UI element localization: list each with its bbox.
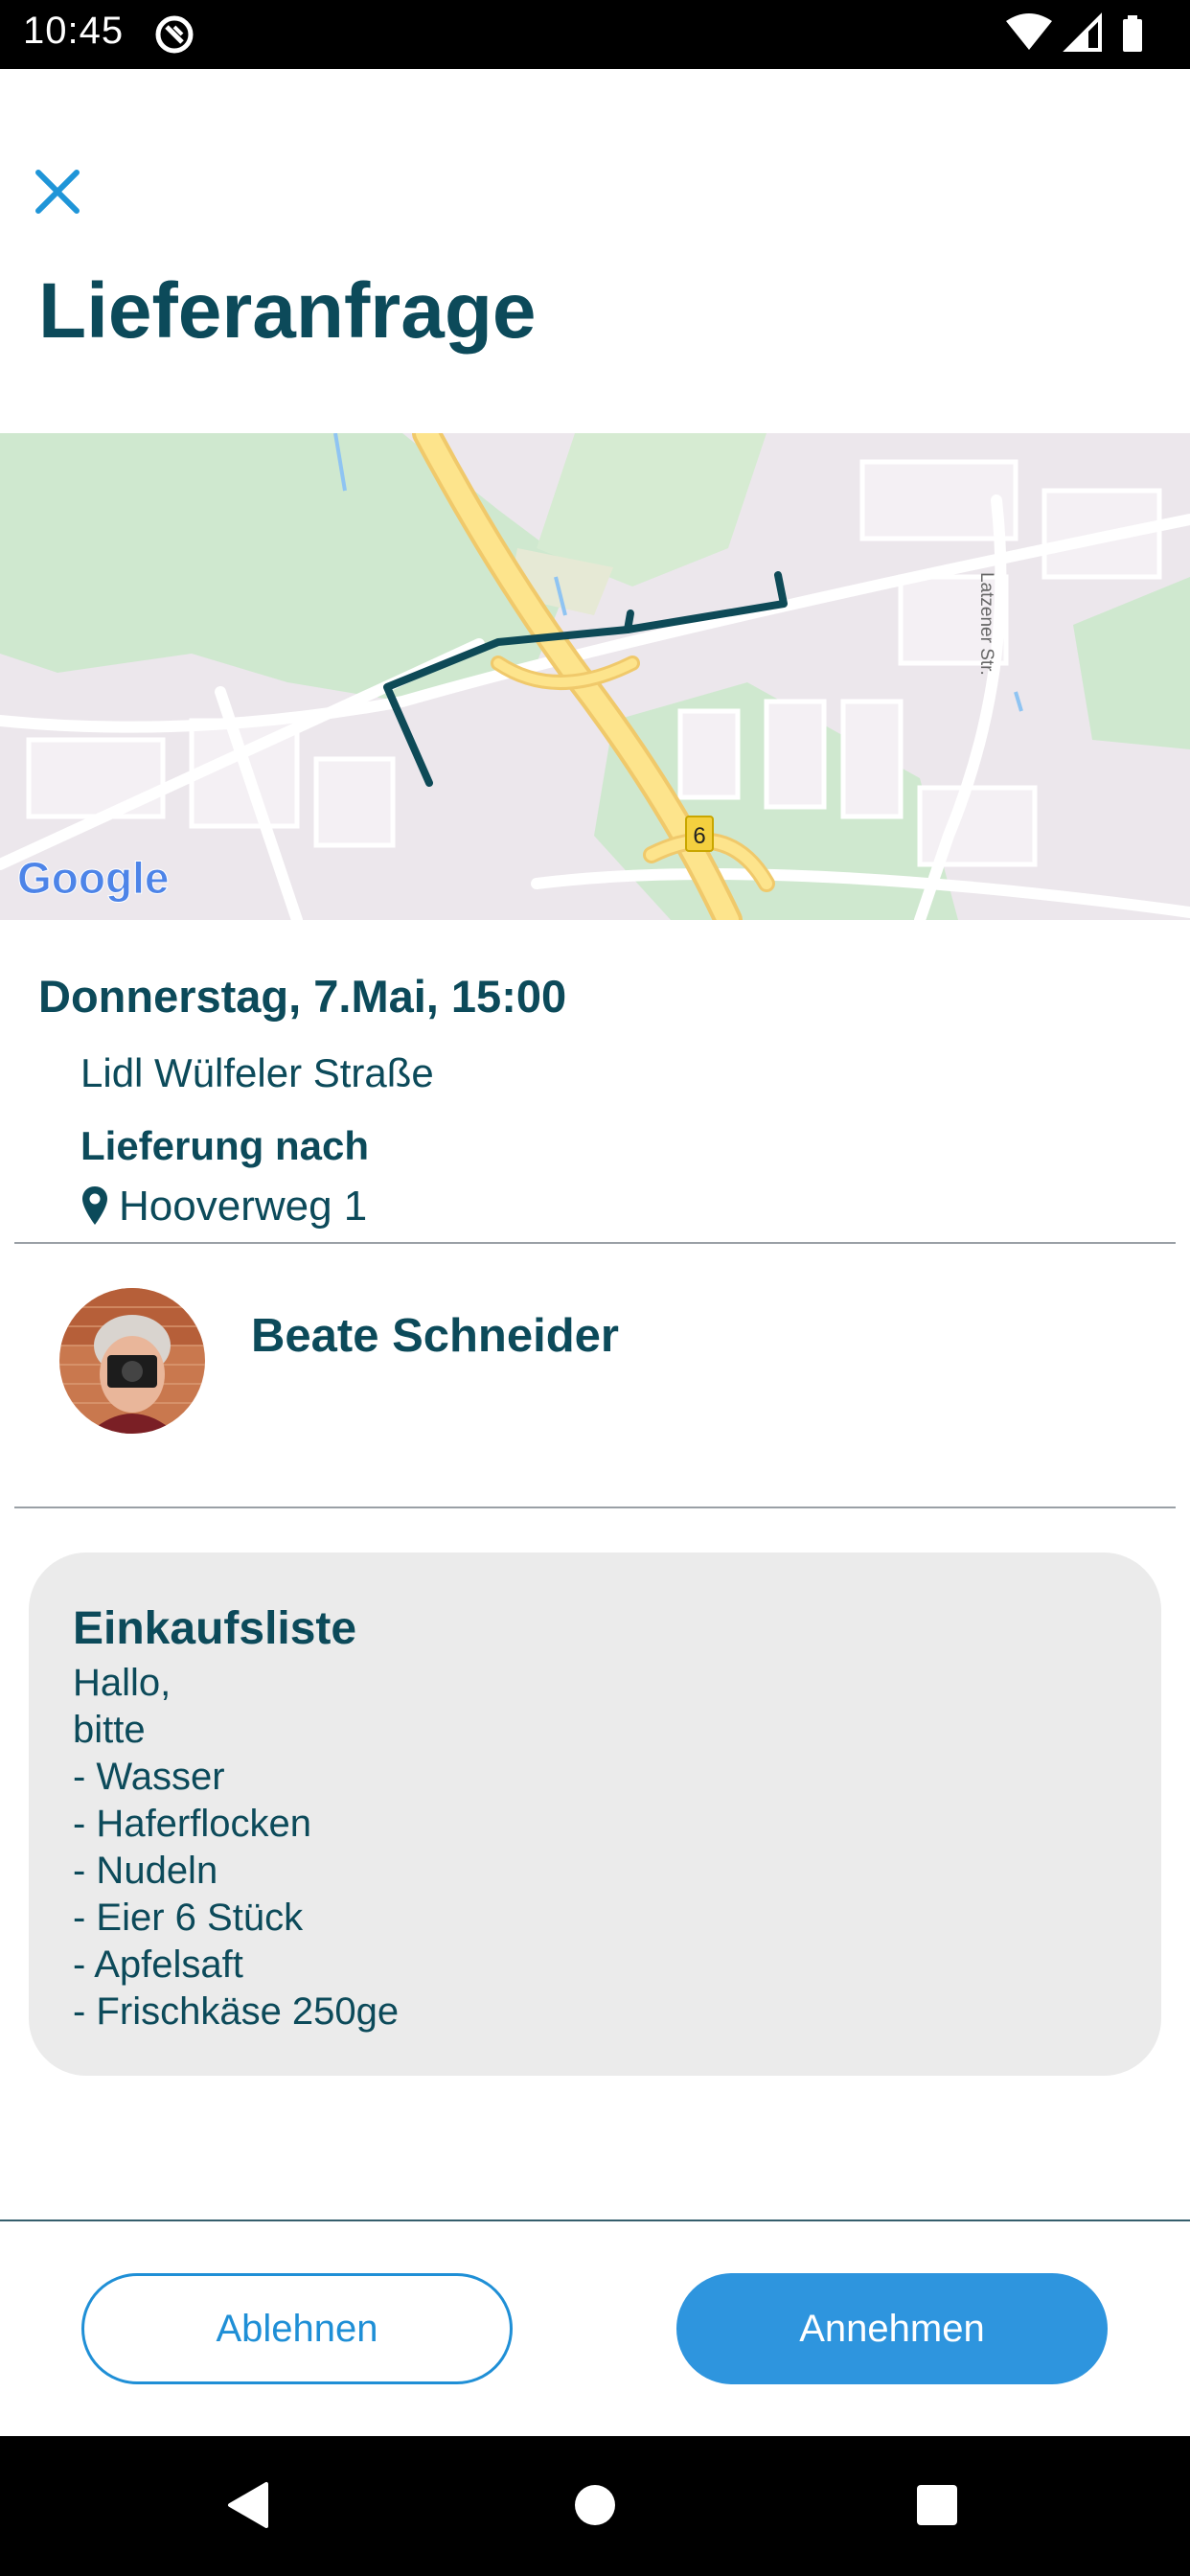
status-bar: 10:45 xyxy=(0,0,1190,69)
delivery-to-label: Lieferung nach xyxy=(80,1123,370,1168)
wifi-icon xyxy=(1006,13,1052,50)
home-icon[interactable] xyxy=(555,2465,635,2545)
map-attribution: Google xyxy=(17,853,169,903)
divider xyxy=(14,1242,1176,1244)
store-name: Lidl Wülfeler Straße xyxy=(80,1050,434,1095)
status-time: 10:45 xyxy=(23,10,125,52)
shopping-list-body: Hallo, bitte - Wasser - Haferflocken - N… xyxy=(73,1660,399,2036)
decline-button[interactable]: Ablehnen xyxy=(81,2273,513,2384)
list-item: - Frischkäse 250ge xyxy=(73,1990,400,2033)
list-item: - Wasser xyxy=(73,1756,225,1798)
address-text: Hooverweg 1 xyxy=(119,1183,368,1230)
shopping-list-card: Einkaufsliste Hallo, bitte - Wasser - Ha… xyxy=(29,1552,1161,2076)
back-icon[interactable] xyxy=(209,2465,289,2545)
list-item: - Haferflocken xyxy=(73,1803,311,1845)
avatar-image xyxy=(59,1288,205,1434)
map-canvas: 6 Latzener Str. Google xyxy=(0,433,1190,920)
avatar[interactable] xyxy=(59,1288,205,1434)
shopping-list-title: Einkaufsliste xyxy=(73,1603,357,1654)
recents-icon[interactable] xyxy=(897,2465,977,2545)
battery-icon xyxy=(1123,15,1142,52)
delivery-date-time: Donnerstag, 7.Mai, 15:00 xyxy=(38,971,567,1022)
page-title: Lieferanfrage xyxy=(38,267,537,355)
user-name: Beate Schneider xyxy=(251,1310,619,1362)
accept-button[interactable]: Annehmen xyxy=(676,2273,1108,2384)
street-label: Latzener Str. xyxy=(976,572,996,676)
list-item: - Eier 6 Stück xyxy=(73,1897,304,1939)
list-item: - Apfelsaft xyxy=(73,1944,243,1986)
list-item: Hallo, xyxy=(73,1662,172,1704)
status-icons xyxy=(1006,12,1142,52)
location-pin-icon xyxy=(82,1186,107,1225)
list-item: - Nudeln xyxy=(73,1850,218,1892)
close-icon[interactable] xyxy=(29,163,86,220)
signal-icon xyxy=(1063,12,1102,52)
bottom-divider xyxy=(0,2220,1190,2221)
navigation-bar xyxy=(0,2436,1190,2576)
route-map[interactable]: 6 Latzener Str. Google xyxy=(0,433,1190,920)
road-shield-number: 6 xyxy=(693,823,705,849)
list-item: bitte xyxy=(73,1709,146,1751)
road-shield: 6 xyxy=(685,816,714,852)
notification-app-icon xyxy=(155,15,194,54)
divider xyxy=(14,1506,1176,1508)
